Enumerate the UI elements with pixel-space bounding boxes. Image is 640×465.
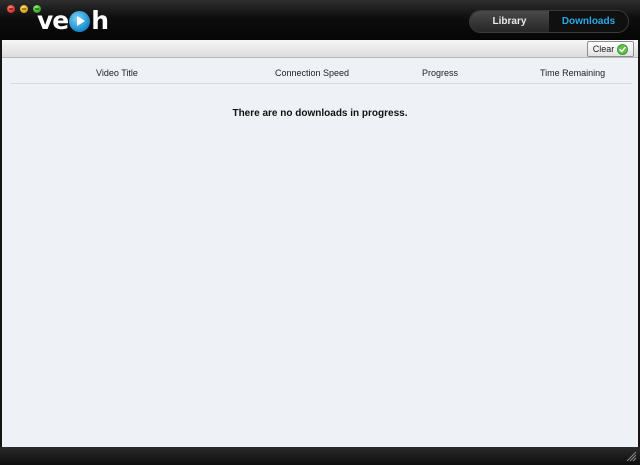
table-header: Video Title Connection Speed Progress Ti… [10,59,632,84]
clear-button-label: Clear [592,44,615,54]
play-icon [69,10,91,32]
tab-library[interactable]: Library [470,11,549,32]
downloads-panel: Clear Video Title Connection Speed Progr… [2,40,638,447]
veoh-logo: ve h [37,4,109,36]
column-progress[interactable]: Progress [422,68,458,78]
status-bar [0,447,640,465]
view-switcher: Library Downloads [469,10,629,33]
clear-button[interactable]: Clear [587,41,634,57]
title-bar[interactable]: ve h Library Downloads [0,0,640,40]
check-icon [617,43,629,55]
logo-text-left: ve [37,5,69,35]
close-window-icon[interactable] [7,5,15,13]
logo-text-right: h [91,5,109,35]
minimize-window-icon[interactable] [20,5,28,13]
tab-downloads[interactable]: Downloads [549,11,628,32]
toolbar: Clear [2,40,638,58]
column-video-title[interactable]: Video Title [96,68,138,78]
resize-grip-icon[interactable] [626,451,637,462]
app-window: ve h Library Downloads Clear Video Title… [0,0,640,465]
column-time-remaining[interactable]: Time Remaining [540,68,605,78]
column-connection-speed[interactable]: Connection Speed [275,68,349,78]
empty-state-message: There are no downloads in progress. [232,108,408,119]
